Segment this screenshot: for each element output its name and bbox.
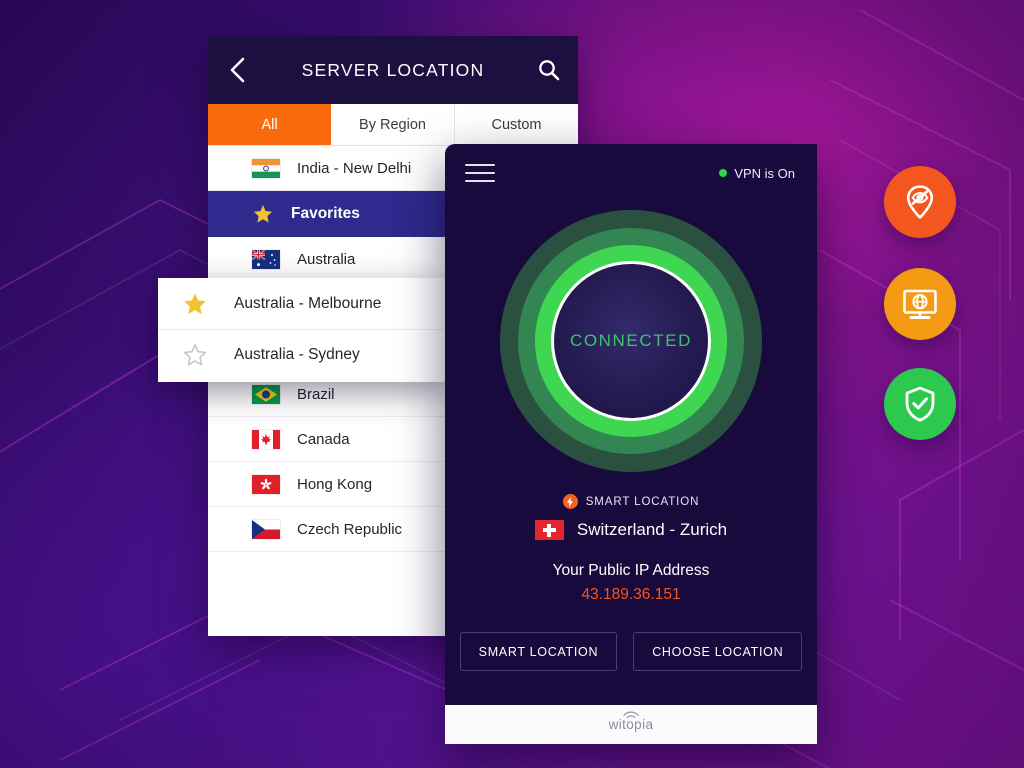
search-icon	[539, 60, 560, 81]
smart-location-label: SMART LOCATION	[585, 495, 700, 508]
choose-location-button[interactable]: CHOOSE LOCATION	[633, 632, 803, 671]
favorite-item-label: Australia - Melbourne	[234, 294, 382, 312]
smart-location-button[interactable]: SMART LOCATION	[459, 632, 618, 671]
tab-by-region[interactable]: By Region	[331, 104, 455, 145]
ip-address-caption: Your Public IP Address	[552, 562, 710, 579]
list-item-label: Hong Kong	[297, 475, 373, 493]
shield-check-icon	[905, 386, 935, 422]
current-server-row: Switzerland - Zurich	[445, 520, 817, 540]
tab-all[interactable]: All	[208, 104, 331, 145]
status-label: VPN is On	[734, 165, 795, 181]
server-location-header: SERVER LOCATION	[208, 36, 578, 104]
witopia-logo: witopia	[609, 711, 654, 732]
list-item-label: India - New Delhi	[297, 159, 412, 177]
brand-footer: witopia	[445, 705, 817, 744]
wifi-icon	[623, 711, 639, 719]
back-button[interactable]	[208, 36, 266, 104]
star-filled-icon	[252, 203, 274, 225]
vpn-status-panel: VPN is On CONNECTED SMART LOCATION Switz…	[445, 144, 817, 744]
flag-czech-republic	[252, 519, 280, 539]
status-dot-icon	[719, 169, 728, 177]
status-badge: VPN is On	[719, 166, 795, 181]
connection-center: CONNECTED	[554, 264, 708, 418]
list-item-label: Czech Republic	[297, 520, 403, 538]
lightning-bolt-icon	[562, 494, 578, 509]
connection-state-label: CONNECTED	[569, 331, 693, 350]
page-title: SERVER LOCATION	[301, 59, 485, 80]
favorites-popup: Australia - Melbourne Australia - Sydney	[158, 278, 448, 382]
chevron-left-icon	[230, 57, 245, 83]
favorite-item-melbourne[interactable]: Australia - Melbourne	[158, 278, 448, 329]
protection-button[interactable]	[884, 368, 956, 440]
hamburger-menu-icon[interactable]	[465, 158, 495, 187]
favorite-item-label: Australia - Sydney	[234, 346, 360, 363]
flag-canada	[252, 429, 280, 449]
search-button[interactable]	[520, 36, 578, 104]
hide-location-button[interactable]	[884, 166, 956, 238]
flag-brazil	[252, 384, 280, 404]
flag-australia	[252, 249, 280, 269]
flag-hong-kong	[252, 474, 280, 494]
list-item-label: Canada	[297, 430, 350, 448]
flag-switzerland	[534, 520, 564, 540]
list-item-label: Favorites	[291, 205, 360, 222]
monitor-globe-icon	[903, 289, 937, 319]
ip-address-value: 43.189.36.151	[581, 586, 681, 603]
vpn-panel-header: VPN is On	[445, 144, 817, 202]
flag-india	[252, 158, 280, 178]
connection-indicator[interactable]: CONNECTED	[500, 210, 762, 472]
tab-custom[interactable]: Custom	[455, 104, 578, 145]
location-button-row: SMART LOCATION CHOOSE LOCATION	[445, 632, 817, 671]
current-server-name: Switzerland - Zurich	[576, 520, 728, 539]
secure-browsing-button[interactable]	[884, 268, 956, 340]
list-item-label: Brazil	[297, 385, 335, 403]
favorite-item-sydney[interactable]: Australia - Sydney	[158, 329, 448, 380]
star-filled-icon[interactable]	[182, 291, 208, 317]
location-pin-eye-off-icon	[906, 185, 934, 219]
smart-location-label-row: SMART LOCATION	[445, 494, 817, 509]
star-outline-icon[interactable]	[182, 342, 208, 368]
list-item-label: Australia	[297, 250, 356, 268]
filter-tabs: All By Region Custom	[208, 104, 578, 146]
